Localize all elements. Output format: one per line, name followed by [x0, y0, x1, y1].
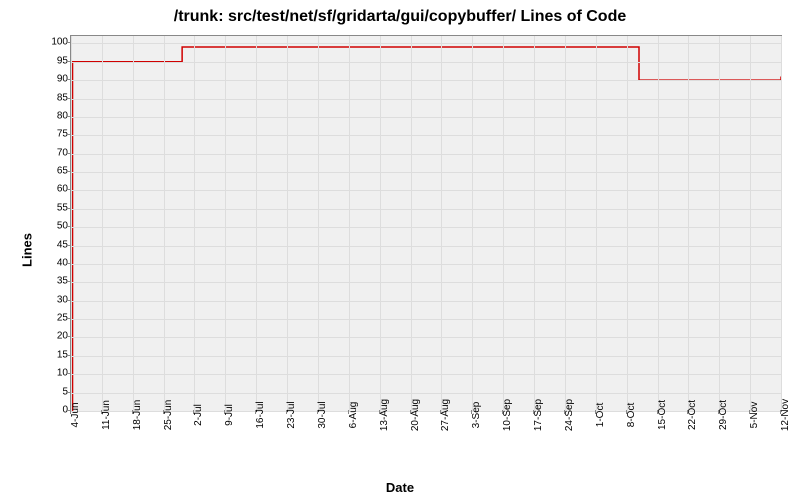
y-tick-label: 80 [38, 110, 68, 121]
chart-container: /trunk: src/test/net/sf/gridarta/gui/cop… [0, 0, 800, 500]
y-tick-label: 95 [38, 55, 68, 66]
y-tick-label: 45 [38, 239, 68, 250]
x-tick-label: 11-Jun [101, 400, 112, 430]
x-tick-label: 10-Sep [502, 399, 513, 431]
x-tick-label: 5-Nov [749, 402, 760, 429]
x-tick-label: 6-Aug [348, 402, 359, 429]
x-tick-label: 9-Jul [224, 404, 235, 426]
y-tick-label: 90 [38, 74, 68, 85]
x-tick-label: 8-Oct [626, 403, 637, 427]
y-tick-label: 5 [38, 386, 68, 397]
y-tick-label: 85 [38, 92, 68, 103]
y-tick-label: 10 [38, 368, 68, 379]
y-tick-label: 35 [38, 276, 68, 287]
y-tick-label: 25 [38, 313, 68, 324]
x-tick-label: 1-Oct [595, 403, 606, 427]
x-tick-label: 29-Oct [718, 400, 729, 430]
x-tick-label: 22-Oct [687, 400, 698, 430]
plot-area [70, 35, 782, 412]
x-tick-label: 17-Sep [533, 399, 544, 431]
x-tick-label: 4-Jun [70, 402, 81, 427]
y-tick-label: 75 [38, 129, 68, 140]
x-tick-label: 13-Aug [379, 399, 390, 431]
y-tick-label: 15 [38, 349, 68, 360]
x-tick-label: 3-Sep [471, 402, 482, 429]
x-axis-label: Date [386, 480, 414, 495]
y-tick-label: 40 [38, 257, 68, 268]
y-tick-label: 50 [38, 221, 68, 232]
x-tick-label: 27-Aug [440, 399, 451, 431]
x-tick-label: 18-Jun [132, 400, 143, 431]
x-tick-label: 12-Nov [780, 399, 791, 431]
chart-title: /trunk: src/test/net/sf/gridarta/gui/cop… [0, 8, 800, 26]
y-tick-label: 70 [38, 147, 68, 158]
x-tick-label: 20-Aug [410, 399, 421, 431]
line-series [71, 36, 781, 411]
y-tick-label: 55 [38, 202, 68, 213]
y-tick-label: 20 [38, 331, 68, 342]
x-tick-label: 24-Sep [564, 399, 575, 431]
x-tick-label: 15-Oct [657, 400, 668, 430]
y-tick-label: 0 [38, 405, 68, 416]
x-tick-label: 23-Jul [286, 401, 297, 428]
x-tick-label: 25-Jun [163, 400, 174, 431]
y-axis-label: Lines [19, 233, 34, 267]
x-tick-label: 16-Jul [255, 401, 266, 428]
y-tick-label: 60 [38, 184, 68, 195]
y-tick-label: 30 [38, 294, 68, 305]
y-tick-label: 100 [38, 37, 68, 48]
x-tick-label: 2-Jul [193, 404, 204, 426]
x-tick-label: 30-Jul [317, 401, 328, 428]
y-tick-label: 65 [38, 166, 68, 177]
